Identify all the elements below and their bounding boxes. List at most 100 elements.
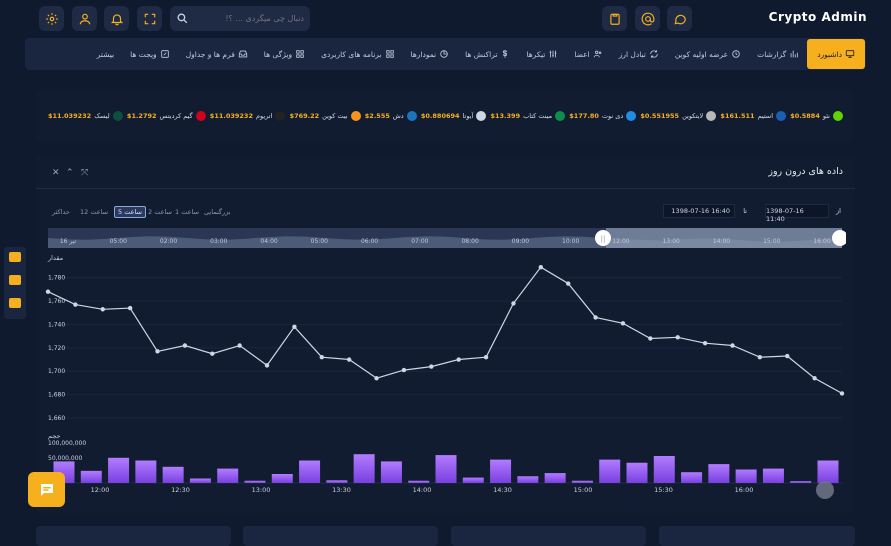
coin-icon bbox=[112, 111, 123, 121]
y-tick-label: 1,680 bbox=[48, 392, 65, 399]
users-icon bbox=[593, 50, 602, 58]
monitor-icon bbox=[845, 50, 855, 58]
expand-arrows-icon[interactable]: ⤧ bbox=[81, 168, 88, 178]
ticker-item[interactable]: دی نوت $177.80 bbox=[569, 111, 637, 121]
y-tick-label: 1,740 bbox=[48, 321, 65, 328]
close-icon[interactable]: ✕ bbox=[52, 168, 60, 178]
nav-item-9[interactable]: ویژگی ها bbox=[256, 38, 313, 70]
navigator-tick-label: 09:00 bbox=[512, 238, 529, 245]
ticker-item[interactable]: نئو $0.5884 bbox=[790, 111, 843, 121]
side-item-2[interactable] bbox=[9, 275, 21, 285]
coin-name: مینت کتاب bbox=[523, 112, 553, 120]
brand-title: Crypto Admin bbox=[768, 10, 867, 24]
bell-icon bbox=[110, 13, 123, 25]
ticker-item[interactable]: لایتکوین $0.551955 bbox=[640, 111, 717, 121]
coin-price: $11.039232 bbox=[209, 112, 253, 120]
inbox-icon bbox=[238, 50, 247, 58]
volume-bar bbox=[217, 468, 239, 483]
notifications-button[interactable] bbox=[104, 6, 129, 31]
volume-bar bbox=[571, 480, 593, 483]
volume-axis-title: حجم bbox=[48, 432, 61, 440]
ticker-item[interactable]: گیم کردیتس $1.2792 bbox=[127, 111, 206, 121]
grid-icon bbox=[385, 50, 394, 58]
zoom-max[interactable]: حداکثر bbox=[52, 208, 70, 216]
nav-item-label: ویژگی ها bbox=[263, 49, 293, 59]
nav-item-7[interactable]: نمودارها bbox=[403, 38, 458, 70]
nav-item-12[interactable]: بیشتر bbox=[89, 38, 122, 70]
nav-item-10[interactable]: فرم ها و جداول bbox=[178, 38, 256, 70]
side-item-1[interactable] bbox=[9, 252, 21, 262]
zoom-2h[interactable]: 2 ساعت bbox=[148, 208, 172, 216]
grid-icon bbox=[296, 50, 304, 58]
nav-item-label: تراکنش ها bbox=[465, 49, 498, 59]
coin-icon bbox=[626, 111, 637, 121]
ticker-item[interactable]: استیم $161.511 bbox=[720, 111, 787, 121]
gear-icon bbox=[45, 12, 58, 25]
range-to-input[interactable]: 1398-07-16 16:40 bbox=[663, 204, 735, 218]
nav-item-label: بیشتر bbox=[96, 49, 115, 59]
settings-button[interactable] bbox=[39, 6, 64, 31]
coin-price: $2.555 bbox=[364, 112, 390, 120]
volume-tick-label: 50,000,000 bbox=[48, 455, 83, 462]
price-point bbox=[127, 305, 133, 311]
zoom-1h[interactable]: 1 ساعت bbox=[175, 208, 199, 216]
ticker-item[interactable]: اتریوم $11.039232 bbox=[210, 111, 286, 121]
zoom-12h[interactable]: 12 ساعت bbox=[80, 208, 108, 216]
profile-button[interactable] bbox=[72, 6, 97, 31]
nav-item-3[interactable]: تبادل ارز bbox=[611, 38, 667, 70]
volume-bar bbox=[244, 480, 266, 483]
range-from-input[interactable]: 1398-07-16 11:40 bbox=[765, 204, 829, 223]
expand-icon bbox=[144, 13, 155, 24]
nav-item-2[interactable]: عرضه اولیه کوین bbox=[667, 38, 749, 70]
volume-bar bbox=[408, 480, 430, 483]
volume-bar bbox=[762, 468, 784, 483]
search-input[interactable] bbox=[194, 14, 304, 23]
ticker-item[interactable]: لیسک $11.039232 bbox=[48, 111, 123, 121]
nav-item-label: اعضا bbox=[574, 49, 590, 59]
x-tick-label: 15:30 bbox=[654, 486, 673, 494]
nav-item-label: نمودارها bbox=[410, 49, 437, 59]
ticker-item[interactable]: دش $2.555 bbox=[365, 111, 417, 121]
price-point bbox=[785, 353, 790, 359]
search-box[interactable] bbox=[170, 6, 310, 31]
dollar-icon bbox=[503, 50, 508, 58]
nav-item-4[interactable]: اعضا bbox=[566, 38, 610, 70]
coin-icon bbox=[406, 111, 417, 121]
floating-action-button[interactable] bbox=[28, 472, 65, 507]
navigator-tick-label: 08:00 bbox=[461, 238, 478, 245]
side-widget bbox=[4, 247, 26, 319]
mention-button[interactable] bbox=[635, 6, 660, 31]
price-point bbox=[429, 364, 434, 369]
ticker-item[interactable]: آیوتا $0.880694 bbox=[420, 111, 487, 121]
volume-bar bbox=[80, 470, 102, 483]
x-tick-label: 12:00 bbox=[91, 486, 110, 494]
price-point bbox=[702, 340, 708, 346]
nav-item-1[interactable]: گزارشات bbox=[749, 38, 807, 70]
side-item-3[interactable] bbox=[9, 298, 21, 308]
coin-icon bbox=[706, 111, 717, 121]
x-tick-label: 12:30 bbox=[171, 486, 190, 494]
coin-name: لیسک bbox=[94, 112, 110, 120]
navigator-tick-label: 07:00 bbox=[411, 238, 428, 245]
user-icon bbox=[79, 13, 90, 24]
price-point bbox=[620, 321, 626, 326]
zoom-5h[interactable]: 5 ساعت bbox=[114, 206, 146, 218]
nav-item-11[interactable]: ویجت ها bbox=[122, 38, 178, 70]
clipboard-button[interactable] bbox=[602, 6, 627, 31]
chevron-up-icon[interactable]: ⌃ bbox=[66, 168, 74, 178]
coin-price: $1.2792 bbox=[126, 112, 157, 120]
nav-item-8[interactable]: برنامه های کاربردی bbox=[313, 38, 402, 70]
coin-price: $0.880694 bbox=[420, 112, 460, 120]
ticker-item[interactable]: بیت کوین $769.22 bbox=[290, 111, 361, 121]
nav-item-6[interactable]: تراکنش ها bbox=[457, 38, 518, 70]
coin-price: $0.551955 bbox=[640, 112, 680, 120]
volume-bar bbox=[189, 478, 211, 483]
fullscreen-button[interactable] bbox=[137, 6, 162, 31]
nav-item-0[interactable]: داشبورد bbox=[807, 39, 865, 69]
price-point bbox=[675, 335, 680, 340]
nav-item-5[interactable]: تیکرها bbox=[518, 38, 566, 70]
ticker-item[interactable]: مینت کتاب $13.399 bbox=[490, 111, 566, 121]
nav-item-label: برنامه های کاربردی bbox=[321, 49, 382, 59]
coin-icon bbox=[275, 111, 286, 121]
chat-button[interactable] bbox=[667, 6, 692, 31]
